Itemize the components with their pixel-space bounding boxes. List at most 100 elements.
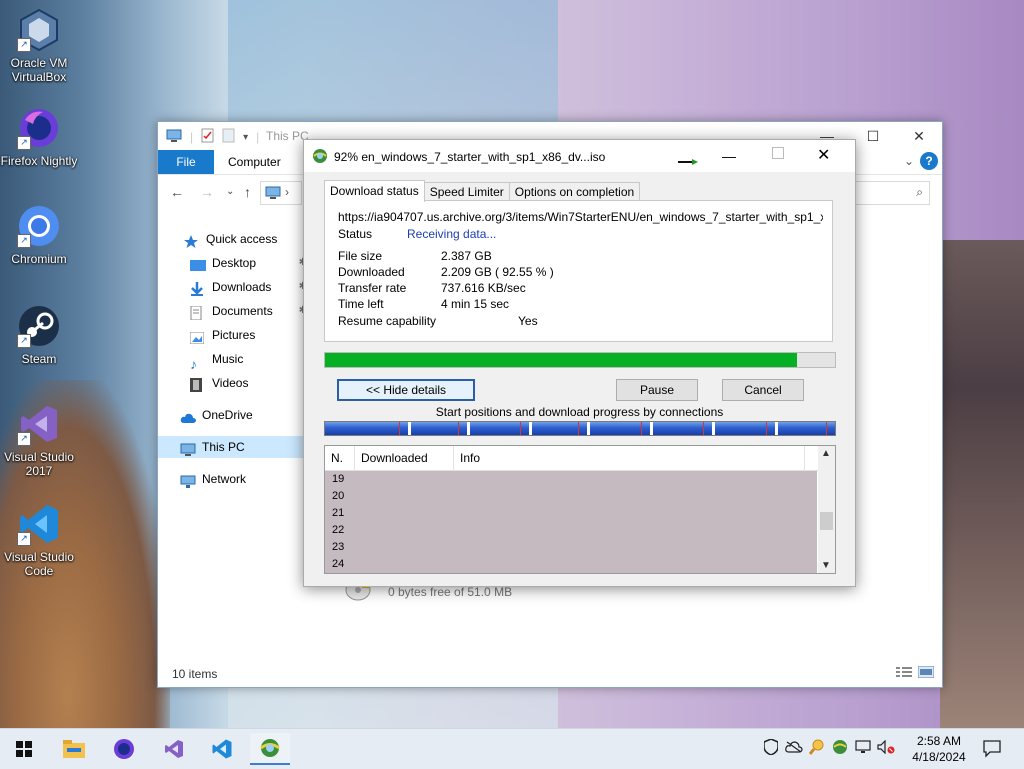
network-icon[interactable] [854,738,872,756]
toolbar-separator: | [190,130,194,144]
table-row[interactable]: 24 [325,556,817,573]
status-label: Status [338,227,373,241]
nav-item-music[interactable]: ♪ Music [158,348,305,372]
scroll-down-icon[interactable]: ▼ [821,560,831,571]
resume-capability-label: Resume capability [338,314,437,328]
desktop-icon-steam[interactable]: ↗ Steam [0,304,78,366]
tab-download-status[interactable]: Download status [324,180,425,202]
properties-icon[interactable] [201,128,214,146]
nav-item-network[interactable]: Network [158,468,305,490]
desktop-folder-icon [190,257,206,272]
vscode-icon: ↗ [17,502,61,546]
table-row[interactable]: 21 [325,505,817,522]
large-icons-view-icon[interactable] [917,665,935,681]
start-button[interactable] [4,733,44,765]
table-row[interactable]: 19 [325,471,817,488]
help-button[interactable]: ? [920,152,938,170]
forward-arrow-icon[interactable]: → [200,184,214,200]
connections-caption: Start positions and download progress by… [435,405,724,419]
nav-item-documents[interactable]: Documents ✱ [158,300,307,322]
download-progress-dialog[interactable]: 92% en_windows_7_starter_with_sp1_x86_dv… [303,139,856,587]
table-row[interactable]: 22 [325,522,817,539]
magnifier-app-icon[interactable] [808,738,826,756]
notification-center-icon[interactable] [982,738,1002,758]
nav-item-pictures[interactable]: Pictures [158,324,305,346]
shortcut-arrow-icon: ↗ [17,38,31,52]
chevron-down-icon[interactable]: ⌄ [904,154,914,168]
taskbar-file-explorer[interactable] [54,733,94,765]
customize-toolbar-icon[interactable]: ▾ [243,132,248,143]
up-arrow-icon[interactable]: ↑ [244,184,251,200]
table-scrollbar[interactable]: ▲ ▼ [818,446,835,573]
address-input[interactable]: › [260,181,302,205]
nav-item-onedrive[interactable]: OneDrive [158,404,305,426]
back-arrow-icon[interactable]: ← [170,184,184,200]
nav-item-this-pc[interactable]: This PC [158,436,305,458]
scrollbar-thumb[interactable] [820,512,833,530]
cloud-offline-icon[interactable] [785,738,803,756]
ribbon-computer-tab[interactable]: Computer [228,155,281,169]
connection-segment [411,422,470,435]
dialog-minimize-button[interactable]: — [722,148,736,164]
connection-marker [457,422,459,435]
ribbon-file-tab[interactable]: File [158,150,214,174]
shield-icon[interactable] [762,738,780,756]
scroll-up-icon[interactable]: ▲ [821,448,831,459]
quick-access-toolbar: | ▾ | [166,128,259,146]
tab-speed-limiter[interactable]: Speed Limiter [423,182,510,201]
column-header-number[interactable]: N. [325,446,355,470]
dialog-close-button[interactable]: ✕ [817,145,830,165]
desktop-icon-visual-studio-2017[interactable]: ↗ Visual Studio 2017 [0,402,78,478]
connections-table[interactable]: N. Downloaded Info 19 20 21 22 23 24 ▲ ▼ [324,445,836,574]
desktop-icon-virtualbox[interactable]: ↗ Oracle VM VirtualBox [0,8,78,84]
connection-marker [703,422,705,435]
table-row[interactable]: 20 [325,488,817,505]
nav-label: Videos [212,376,249,390]
taskbar-clock[interactable]: 2:58 AM 4/18/2024 [906,733,972,765]
recent-locations-chevron-icon[interactable]: ⌄ [226,186,234,197]
new-folder-icon[interactable] [222,128,235,146]
windows-logo-icon [16,741,32,757]
volume-muted-icon[interactable] [877,738,895,756]
desktop-icon-chromium[interactable]: ↗ Chromium [0,204,78,266]
tab-options-on-completion[interactable]: Options on completion [508,182,641,201]
star-icon [184,233,200,249]
column-header-info[interactable]: Info [454,446,805,470]
idm-globe-icon [260,739,280,757]
cancel-button[interactable]: Cancel [722,379,804,401]
explorer-maximize-button[interactable]: ☐ [850,122,896,150]
nav-label: Network [202,472,247,486]
nav-item-quick-access[interactable]: Quick access [158,228,305,250]
taskbar-firefox-nightly[interactable] [104,733,144,765]
pause-button[interactable]: Pause [616,379,698,401]
taskbar-idm[interactable] [250,733,290,765]
taskbar-visual-studio[interactable] [154,733,194,765]
nav-item-videos[interactable]: Videos [158,372,305,394]
visual-studio-icon: ↗ [17,402,61,446]
column-header-downloaded[interactable]: Downloaded [355,446,454,470]
shortcut-arrow-icon: ↗ [17,334,31,348]
desktop-icon-firefox-nightly[interactable]: ↗ Firefox Nightly [0,106,78,168]
nav-item-desktop[interactable]: Desktop ✱ [158,252,307,274]
desktop-icon-label: Steam [21,352,57,366]
taskbar-vscode[interactable] [202,733,242,765]
nav-label: Desktop [212,256,257,270]
explorer-close-button[interactable]: ✕ [896,122,942,150]
connection-segment [715,422,778,435]
table-row[interactable]: 23 [325,539,817,556]
desktop-icon-label: Chromium [11,252,67,266]
document-icon [190,305,206,321]
dialog-tabs: Download status Speed Limiter Options on… [324,180,641,202]
time-left-label: Time left [338,297,384,311]
hide-details-button[interactable]: << Hide details [337,379,475,401]
clock-date: 4/18/2024 [912,750,966,764]
idm-tray-icon[interactable] [831,738,849,756]
dialog-maximize-button[interactable] [772,147,784,159]
nav-item-downloads[interactable]: Downloads ✱ [158,276,307,298]
dialog-titlebar[interactable]: 92% en_windows_7_starter_with_sp1_x86_dv… [304,140,855,172]
details-view-icon[interactable] [896,666,912,681]
transfer-rate-value: 737.616 KB/sec [441,281,526,295]
computer-icon[interactable] [166,129,182,145]
desktop-icon-vscode[interactable]: ↗ Visual Studio Code [0,502,78,578]
desktop-icon-label: Visual Studio Code [4,550,74,578]
